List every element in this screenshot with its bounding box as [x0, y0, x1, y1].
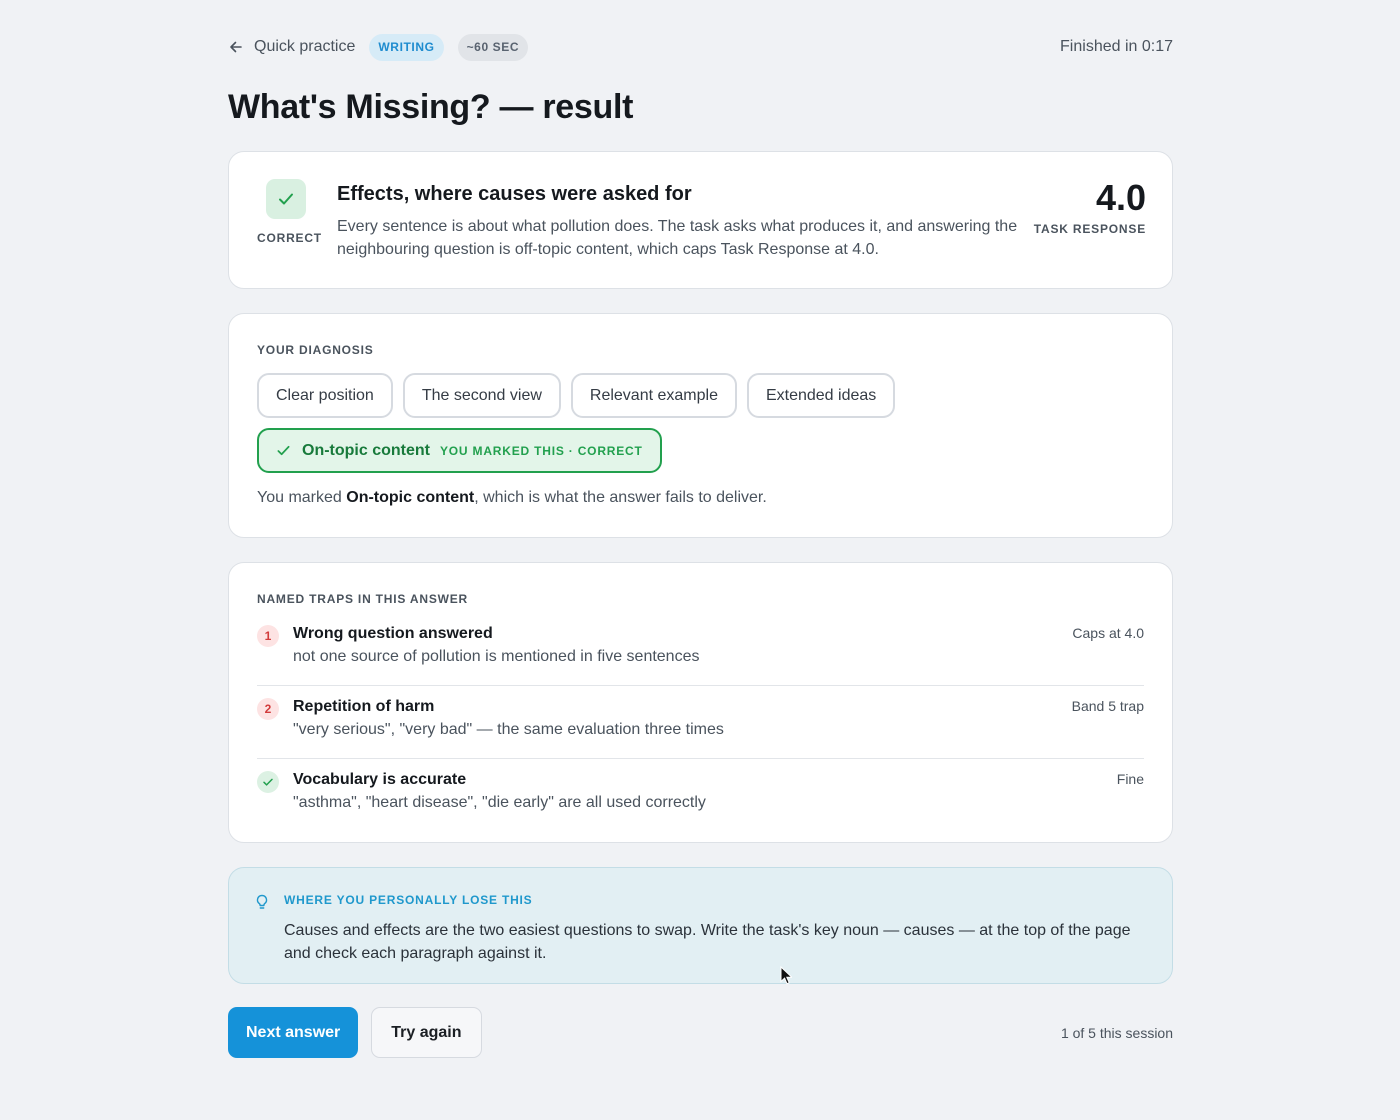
diagnosis-card: YOUR DIAGNOSIS Clear position The second… [228, 313, 1173, 538]
back-link-label: Quick practice [254, 38, 356, 55]
diagnosis-options: Clear position The second view Relevant … [257, 373, 1144, 418]
diagnosis-note: You marked On-topic content, which is wh… [257, 489, 1144, 507]
selected-option-label: On-topic content [302, 441, 430, 459]
trap-title: Wrong question answered [293, 625, 493, 642]
diagnosis-note-suffix: , which is what the answer fails to deli… [474, 489, 767, 506]
duration-chip: ~60 SEC [457, 33, 529, 61]
trap-description: not one source of pollution is mentioned… [293, 648, 700, 665]
selected-option-tag: YOU MARKED THIS · CORRECT [439, 443, 643, 458]
result-page: Quick practice WRITING ~60 SEC Finished … [228, 0, 1173, 1058]
tip-card: WHERE YOU PERSONALLY LOSE THIS Causes an… [228, 867, 1173, 984]
trap-check-badge [257, 771, 279, 793]
option-on-topic-content[interactable]: On-topic content YOU MARKED THIS · CORRE… [257, 428, 662, 473]
score-label: TASK RESPONSE [1033, 222, 1146, 236]
check-icon [263, 778, 273, 786]
mouse-cursor-icon [780, 966, 792, 985]
result-text: Effects, where causes were asked for Eve… [337, 182, 1027, 261]
verdict: CORRECT [257, 179, 322, 245]
diagnosis-note-prefix: You marked [257, 489, 347, 506]
trap-number-badge: 1 [257, 625, 279, 647]
option-clear-position[interactable]: Clear position [257, 373, 393, 418]
verdict-check-box [266, 179, 306, 219]
list-item: 1 Wrong question answered not one source… [257, 613, 1144, 686]
trap-tag: Band 5 trap [1071, 698, 1144, 714]
trap-number-badge: 2 [257, 698, 279, 720]
top-bar: Quick practice WRITING ~60 SEC Finished … [228, 33, 1173, 61]
try-again-button[interactable]: Try again [371, 1007, 482, 1058]
actions: Next answer Try again 1 of 5 this sessio… [228, 1007, 1173, 1058]
traps-label: NAMED TRAPS IN THIS ANSWER [257, 592, 469, 606]
result-card: CORRECT Effects, where causes were asked… [228, 151, 1173, 289]
result-title: Effects, where causes were asked for [337, 183, 692, 205]
option-second-view[interactable]: The second view [402, 373, 561, 418]
list-item: Vocabulary is accurate "asthma", "heart … [257, 759, 1144, 832]
trap-title: Vocabulary is accurate [293, 771, 467, 788]
score-value: 4.0 [1095, 177, 1146, 218]
score: 4.0 TASK RESPONSE [1033, 177, 1146, 237]
diagnosis-label: YOUR DIAGNOSIS [257, 343, 374, 357]
option-relevant-example[interactable]: Relevant example [570, 373, 737, 418]
finished-time: Finished in 0:17 [1060, 38, 1173, 55]
trap-list: 1 Wrong question answered not one source… [257, 613, 1144, 832]
option-extended-ideas[interactable]: Extended ideas [746, 373, 896, 418]
diagnosis-note-bold: On-topic content [346, 489, 475, 506]
traps-card: NAMED TRAPS IN THIS ANSWER 1 Wrong quest… [228, 562, 1173, 843]
result-body: Every sentence is about what pollution d… [337, 218, 1018, 258]
session-count: 1 of 5 this session [1060, 1024, 1173, 1041]
tip-label: WHERE YOU PERSONALLY LOSE THIS [284, 893, 533, 907]
page-title: What's Missing? — result [228, 88, 634, 126]
verdict-label: CORRECT [257, 231, 322, 245]
lightbulb-icon [256, 894, 268, 909]
next-answer-button[interactable]: Next answer [228, 1007, 359, 1058]
trap-description: "very serious", "very bad" — the same ev… [293, 721, 724, 738]
category-chip: WRITING [369, 33, 444, 61]
trap-tag: Caps at 4.0 [1072, 625, 1144, 641]
trap-tag: Fine [1116, 771, 1144, 787]
check-icon [279, 193, 293, 205]
tip-text: Causes and effects are the two easiest q… [284, 922, 1131, 962]
check-icon [277, 445, 290, 456]
trap-title: Repetition of harm [293, 698, 435, 715]
list-item: 2 Repetition of harm "very serious", "ve… [257, 686, 1144, 759]
back-link[interactable]: Quick practice [228, 38, 355, 56]
trap-description: "asthma", "heart disease", "die early" a… [293, 794, 706, 811]
arrow-left-icon [230, 41, 242, 53]
